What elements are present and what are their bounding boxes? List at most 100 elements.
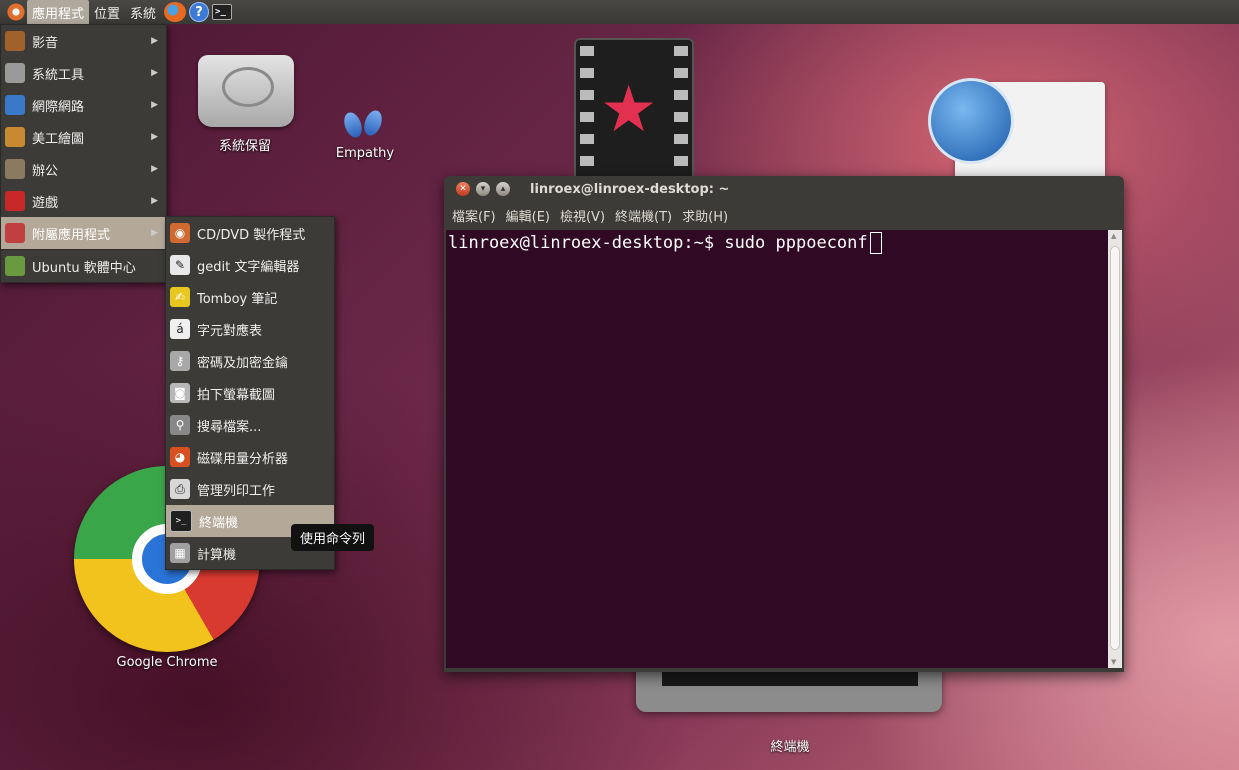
apps-menu-item[interactable]: Ubuntu 軟體中心 [1, 249, 166, 282]
search-icon: ⚲ [170, 415, 190, 435]
empathy-icon[interactable] [341, 100, 387, 140]
office-icon [5, 159, 25, 179]
apps-menu-item[interactable]: 遊戲 ▶ [1, 185, 166, 217]
software-center-icon [5, 256, 25, 276]
prompt-line: linroex@linroex-desktop:~$ sudo pppoecon… [448, 233, 868, 253]
accessories-menu-item[interactable]: ⚲ 搜尋檔案... [166, 409, 334, 441]
menu-view[interactable]: 檢視(V) [555, 206, 610, 225]
star-icon: ★ [600, 73, 658, 147]
accessories-menu-item[interactable]: ✍ Tomboy 筆記 [166, 281, 334, 313]
apps-menu-label: Ubuntu 軟體中心 [32, 260, 136, 276]
keys-icon: ⚷ [170, 351, 190, 371]
menu-file[interactable]: 檔案(F) [447, 206, 501, 225]
apps-menu-label: 系統工具 [32, 67, 85, 83]
apps-menu-item[interactable]: 附屬應用程式 ▶ [1, 217, 166, 249]
maximize-icon[interactable]: ▴ [496, 182, 510, 196]
accessories-menu-label: Tomboy 筆記 [197, 291, 278, 307]
menu-edit[interactable]: 編輯(E) [501, 206, 555, 225]
submenu-arrow-icon: ▶ [151, 36, 158, 46]
accessories-menu-label: CD/DVD 製作程式 [197, 227, 306, 243]
places-menu[interactable]: 位置 [89, 0, 125, 25]
apps-menu-label: 網際網路 [32, 99, 85, 115]
ubuntu-logo-icon[interactable] [5, 1, 27, 23]
accessories-menu-label: gedit 文字編輯器 [197, 259, 300, 275]
globe-icon [5, 95, 25, 115]
empathy-label: Empathy [335, 146, 395, 161]
disc-burner-icon: ◉ [170, 223, 190, 243]
terminal-desktop-label: 終端機 [770, 740, 810, 755]
sound-video-icon [5, 31, 25, 51]
terminal-window: ✕ ▾ ▴ linroex@linroex-desktop: ~ 檔案(F) 編… [444, 176, 1124, 672]
accessories-menu-item[interactable]: ◙ 拍下螢幕截圖 [166, 377, 334, 409]
menu-terminal[interactable]: 終端機(T) [610, 206, 677, 225]
apps-menu-item[interactable]: 影音 ▶ [1, 25, 166, 57]
firefox-icon[interactable] [164, 2, 187, 22]
submenu-arrow-icon: ▶ [151, 196, 158, 206]
openoffice-icon[interactable] [928, 78, 1014, 164]
titlebar[interactable]: ✕ ▾ ▴ linroex@linroex-desktop: ~ [444, 176, 1124, 202]
gear-icon [5, 63, 25, 83]
note-icon: ✍ [170, 287, 190, 307]
video-editor-icon[interactable]: ★ [574, 38, 694, 182]
apps-menu-item[interactable]: 系統工具 ▶ [1, 57, 166, 89]
apps-menu-item[interactable]: 辦公 ▶ [1, 153, 166, 185]
accessories-menu-label: 字元對應表 [197, 323, 263, 339]
menu-help[interactable]: 求助(H) [677, 206, 733, 225]
window-title: linroex@linroex-desktop: ~ [530, 181, 730, 197]
apps-menu-label: 影音 [32, 35, 59, 51]
text-cursor [869, 232, 882, 254]
scroll-up-icon[interactable]: ▲ [1111, 232, 1116, 240]
accessories-submenu: ◉ CD/DVD 製作程式 ✎ gedit 文字編輯器 ✍ Tomboy 筆記 á 字元對應表… [165, 216, 335, 570]
terminal-icon: >_ [170, 510, 192, 532]
hard-drive-icon[interactable] [198, 55, 294, 127]
chrome-label: Google Chrome [116, 655, 218, 670]
backup-label: 系統保留 [218, 139, 271, 154]
apps-menu-item[interactable]: 美工繪圖 ▶ [1, 121, 166, 153]
accessories-menu-item[interactable]: ◉ CD/DVD 製作程式 [166, 217, 334, 249]
system-menu[interactable]: 系統 [125, 0, 161, 25]
submenu-arrow-icon: ▶ [151, 100, 158, 110]
calculator-icon: ▦ [170, 543, 190, 563]
text-editor-icon: ✎ [170, 255, 190, 275]
accessories-menu-label: 搜尋檔案... [197, 419, 262, 435]
accessories-menu-item[interactable]: á 字元對應表 [166, 313, 334, 345]
pie-chart-icon: ◕ [170, 447, 190, 467]
help-icon[interactable]: ? [189, 2, 210, 22]
apps-menu-label: 美工繪圖 [32, 131, 85, 147]
top-panel: 應用程式 位置 系統 ? >_ [0, 0, 1239, 25]
terminal-launcher-icon[interactable]: >_ [212, 4, 233, 20]
cards-icon [5, 191, 25, 211]
minimize-icon[interactable]: ▾ [476, 182, 490, 196]
submenu-arrow-icon: ▶ [151, 68, 158, 78]
printer-icon: ⎙ [170, 479, 190, 499]
accessories-menu-label: 終端機 [199, 515, 239, 531]
paint-brush-icon [5, 127, 25, 147]
submenu-arrow-icon: ▶ [151, 164, 158, 174]
window-menubar: 檔案(F) 編輯(E) 檢視(V) 終端機(T) 求助(H) [444, 202, 1124, 228]
character-map-icon: á [170, 319, 190, 339]
close-icon[interactable]: ✕ [456, 182, 470, 196]
accessories-menu-item[interactable]: ⎙ 管理列印工作 [166, 473, 334, 505]
apps-menu-label: 附屬應用程式 [32, 227, 111, 243]
accessories-menu-label: 管理列印工作 [197, 483, 276, 499]
camera-icon: ◙ [170, 383, 190, 403]
accessories-menu-label: 磁碟用量分析器 [197, 451, 289, 467]
scroll-down-icon[interactable]: ▼ [1111, 658, 1116, 666]
applications-menu[interactable]: 應用程式 [27, 0, 90, 25]
terminal-output[interactable]: linroex@linroex-desktop:~$ sudo pppoecon… [446, 230, 1108, 668]
applications-dropdown: 影音 ▶ 系統工具 ▶ 網際網路 ▶ 美工繪圖 ▶ 辦公 ▶ 遊戲 ▶ 附屬應用程式 ▶ Ubuntu 軟體… [0, 24, 167, 283]
accessories-icon [5, 223, 25, 243]
apps-menu-label: 遊戲 [32, 195, 59, 211]
apps-menu-label: 辦公 [32, 163, 59, 179]
scrollbar-thumb[interactable] [1110, 246, 1120, 650]
submenu-arrow-icon: ▶ [151, 228, 158, 238]
accessories-menu-label: 拍下螢幕截圖 [197, 387, 276, 403]
accessories-menu-item[interactable]: ⚷ 密碼及加密金鑰 [166, 345, 334, 377]
accessories-menu-item[interactable]: ◕ 磁碟用量分析器 [166, 441, 334, 473]
accessories-menu-label: 密碼及加密金鑰 [197, 355, 289, 371]
accessories-menu-item[interactable]: ✎ gedit 文字編輯器 [166, 249, 334, 281]
tooltip: 使用命令列 [291, 524, 375, 551]
submenu-arrow-icon: ▶ [151, 132, 158, 142]
apps-menu-item[interactable]: 網際網路 ▶ [1, 89, 166, 121]
terminal-scrollbar[interactable]: ▲ ▼ [1108, 230, 1122, 668]
